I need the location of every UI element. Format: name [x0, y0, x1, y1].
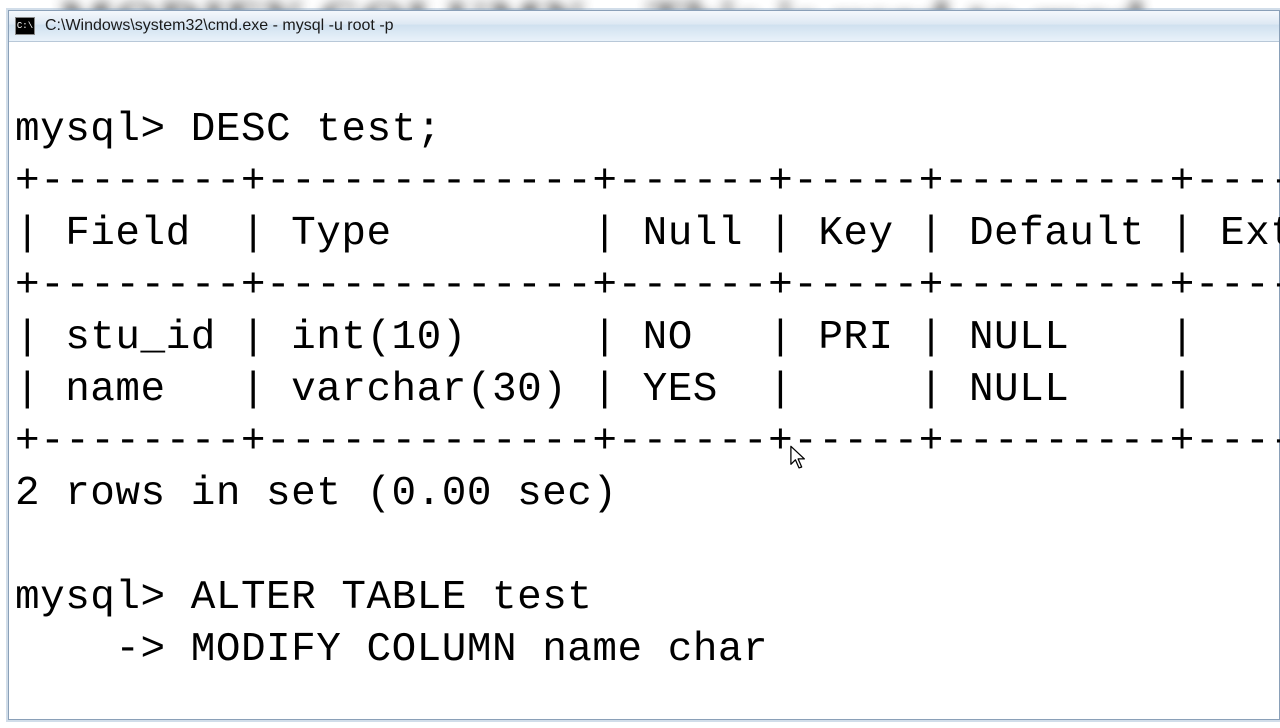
terminal-output[interactable]: mysql> DESC test; +--------+------------… [9, 42, 1279, 719]
mysql-prompt: mysql> [15, 107, 166, 153]
table-row: | name | varchar(30) | YES | | NULL | | [15, 367, 1280, 413]
sql-command: ALTER TABLE test [191, 575, 593, 621]
window-title: C:\Windows\system32\cmd.exe - mysql -u r… [45, 17, 394, 35]
table-header: | Field | Type | Null | Key | Default | … [15, 211, 1280, 257]
table-border: +--------+-------------+------+-----+---… [15, 159, 1280, 205]
table-border: +--------+-------------+------+-----+---… [15, 419, 1280, 465]
table-row: | stu_id | int(10) | NO | PRI | NULL | | [15, 315, 1280, 361]
sql-command: MODIFY COLUMN name char [191, 627, 768, 673]
mysql-cont-prompt: -> [15, 627, 166, 673]
terminal-line: -> MODIFY COLUMN name char [15, 627, 768, 673]
terminal-line: mysql> ALTER TABLE test [15, 575, 592, 621]
sql-command: DESC test; [191, 107, 442, 153]
mysql-prompt: mysql> [15, 575, 166, 621]
cmd-window: C:\Windows\system32\cmd.exe - mysql -u r… [8, 10, 1280, 720]
terminal-line: mysql> DESC test; [15, 107, 442, 153]
window-titlebar[interactable]: C:\Windows\system32\cmd.exe - mysql -u r… [9, 11, 1279, 42]
table-border: +--------+-------------+------+-----+---… [15, 263, 1280, 309]
cmd-icon [15, 17, 35, 35]
status-line: 2 rows in set (0.00 sec) [15, 471, 618, 517]
